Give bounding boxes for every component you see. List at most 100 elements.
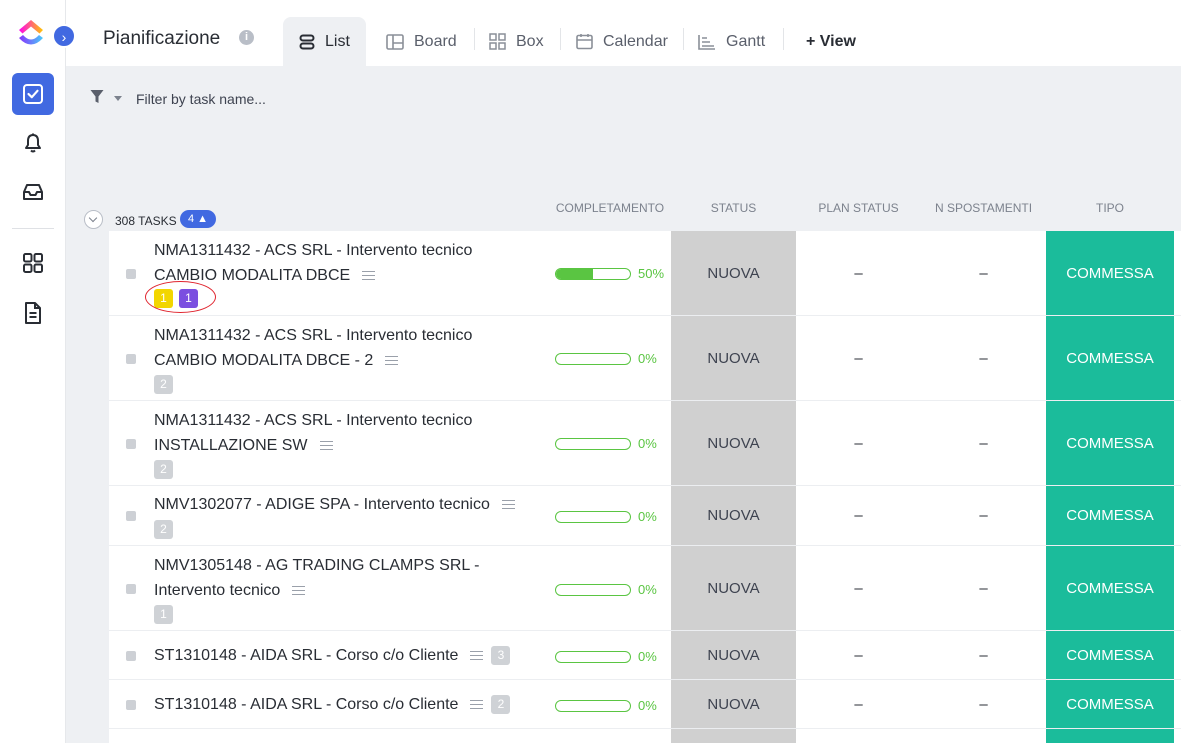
task-name[interactable]: ST1310148 - AIDA SRL - Corso c/o Cliente… [154, 692, 574, 717]
filter-dropdown-icon[interactable] [114, 96, 122, 101]
task-name[interactable]: NMA1311432 - ACS SRL - Intervento tecnic… [154, 238, 499, 288]
task-row[interactable]: NMA1311432 - ACS SRL - Intervento tecnic… [109, 231, 1181, 316]
status-cell[interactable] [671, 729, 796, 743]
task-row[interactable]: ST1310148 - AIDA SRL - Corso c/o Cliente… [109, 631, 1181, 680]
task-status-checkbox[interactable] [126, 269, 136, 279]
n-spostamenti-cell[interactable]: – [921, 231, 1046, 315]
dashboard-icon[interactable] [12, 242, 54, 284]
bell-icon[interactable] [12, 122, 54, 164]
tipo-cell[interactable]: COMMESSA [1046, 546, 1174, 630]
progress-cell[interactable]: 0% [555, 582, 657, 597]
column-header-n-spostamenti[interactable]: N SPOSTAMENTI [921, 201, 1046, 215]
task-row[interactable]: NMA1311432 - ACS SRL - Intervento tecnic… [109, 401, 1181, 486]
tab-box[interactable]: Box [489, 17, 544, 66]
column-header-plan-status[interactable]: PLAN STATUS [796, 201, 921, 215]
status-cell[interactable]: NUOVA [671, 401, 796, 485]
status-cell[interactable]: NUOVA [671, 680, 796, 728]
status-cell[interactable]: NUOVA [671, 546, 796, 630]
collapse-group-button[interactable] [84, 210, 103, 229]
column-header-tipo[interactable]: TIPO [1046, 201, 1174, 215]
subtask-count-badge[interactable]: 2 [154, 375, 173, 394]
progress-cell[interactable]: 50% [555, 266, 664, 281]
inbox-icon[interactable] [12, 171, 54, 213]
task-name[interactable]: NMA1311432 - ACS SRL - Intervento tecnic… [154, 408, 499, 458]
plan-status-cell[interactable]: – [796, 546, 921, 630]
task-name-line: NMV1305148 - AG TRADING CLAMPS SRL - [154, 557, 480, 574]
progress-cell[interactable]: 0% [555, 649, 657, 664]
tab-list[interactable]: List [283, 17, 366, 66]
task-name[interactable]: NMV1302077 - ADIGE SPA - Intervento tecn… [154, 492, 554, 517]
task-list: NMA1311432 - ACS SRL - Intervento tecnic… [109, 231, 1181, 743]
tasks-check-icon[interactable] [12, 73, 54, 115]
task-status-checkbox[interactable] [126, 651, 136, 661]
progress-cell[interactable]: 0% [555, 509, 657, 524]
group-count-badge[interactable]: 4 ▲ [180, 210, 217, 228]
task-row[interactable]: NMV1305148 - AG TRADING CLAMPS SRL - Int… [109, 546, 1181, 631]
task-status-checkbox[interactable] [126, 584, 136, 594]
document-icon[interactable] [12, 292, 54, 334]
tipo-cell[interactable]: COMMESSA [1046, 231, 1174, 315]
plan-status-cell[interactable]: – [796, 486, 921, 545]
view-header: Pianificazione i List Board Box Calendar… [66, 0, 1181, 66]
plan-status-cell[interactable]: – [796, 631, 921, 679]
tipo-cell[interactable] [1046, 729, 1174, 743]
subtask-count-badge[interactable]: 1 [154, 605, 173, 624]
plan-status-cell[interactable]: – [796, 231, 921, 315]
subtask-count-badge[interactable]: 2 [491, 695, 511, 715]
task-name[interactable]: NMV1305148 - AG TRADING CLAMPS SRL - Int… [154, 553, 499, 603]
task-status-checkbox[interactable] [126, 700, 136, 710]
n-spostamenti-cell[interactable]: – [921, 546, 1046, 630]
task-row[interactable]: ST1310148 - AIDA SRL - Corso c/o Cliente… [109, 680, 1181, 729]
subtask-count-badge[interactable]: 3 [491, 646, 511, 666]
task-status-checkbox[interactable] [126, 439, 136, 449]
tab-calendar[interactable]: Calendar [576, 17, 668, 66]
tipo-cell[interactable]: COMMESSA [1046, 316, 1174, 400]
box-icon [489, 33, 506, 50]
tab-gantt[interactable]: Gantt [698, 17, 765, 66]
n-spostamenti-cell[interactable]: – [921, 401, 1046, 485]
n-spostamenti-cell[interactable]: – [921, 631, 1046, 679]
subtask-count-badge[interactable]: 2 [154, 520, 173, 539]
status-cell[interactable]: NUOVA [671, 231, 796, 315]
status-cell[interactable]: NUOVA [671, 316, 796, 400]
plan-status-cell[interactable]: – [796, 316, 921, 400]
plan-status-cell[interactable]: – [796, 401, 921, 485]
n-spostamenti-cell[interactable]: – [921, 680, 1046, 728]
tipo-cell[interactable]: COMMESSA [1046, 486, 1174, 545]
progress-cell[interactable]: 0% [555, 698, 657, 713]
tab-list-label: List [325, 32, 350, 50]
description-icon [362, 271, 376, 281]
info-icon[interactable]: i [239, 30, 254, 45]
task-row[interactable] [109, 729, 1181, 743]
column-header-completamento[interactable]: COMPLETAMENTO [554, 201, 666, 215]
progress-cell[interactable]: 0% [555, 436, 657, 451]
plan-status-cell[interactable]: – [796, 680, 921, 728]
progress-bar [555, 699, 631, 712]
column-header-status[interactable]: STATUS [671, 201, 796, 215]
filter-input[interactable] [136, 89, 436, 109]
tab-board[interactable]: Board [386, 17, 457, 66]
task-status-checkbox[interactable] [126, 354, 136, 364]
status-cell[interactable]: NUOVA [671, 486, 796, 545]
filter-icon[interactable] [90, 89, 104, 105]
task-name-line: NMA1311432 - ACS SRL - Intervento tecnic… [154, 242, 473, 259]
n-spostamenti-cell[interactable]: – [921, 486, 1046, 545]
expand-sidebar-button[interactable]: › [52, 24, 76, 48]
subtask-badges: 2 [154, 460, 173, 479]
calendar-icon [576, 34, 593, 50]
task-name[interactable]: NMA1311432 - ACS SRL - Intervento tecnic… [154, 323, 499, 373]
clickup-logo-icon[interactable] [14, 16, 48, 50]
subtask-count-badge[interactable]: 2 [154, 460, 173, 479]
task-row[interactable]: NMV1302077 - ADIGE SPA - Intervento tecn… [109, 486, 1181, 546]
tipo-cell[interactable]: COMMESSA [1046, 631, 1174, 679]
add-view-button[interactable]: + View [806, 17, 856, 66]
progress-bar [555, 352, 631, 365]
progress-cell[interactable]: 0% [555, 351, 657, 366]
task-status-checkbox[interactable] [126, 511, 136, 521]
n-spostamenti-cell[interactable]: – [921, 316, 1046, 400]
tipo-cell[interactable]: COMMESSA [1046, 680, 1174, 728]
task-row[interactable]: NMA1311432 - ACS SRL - Intervento tecnic… [109, 316, 1181, 401]
status-cell[interactable]: NUOVA [671, 631, 796, 679]
tipo-cell[interactable]: COMMESSA [1046, 401, 1174, 485]
task-name[interactable]: ST1310148 - AIDA SRL - Corso c/o Cliente… [154, 643, 574, 668]
